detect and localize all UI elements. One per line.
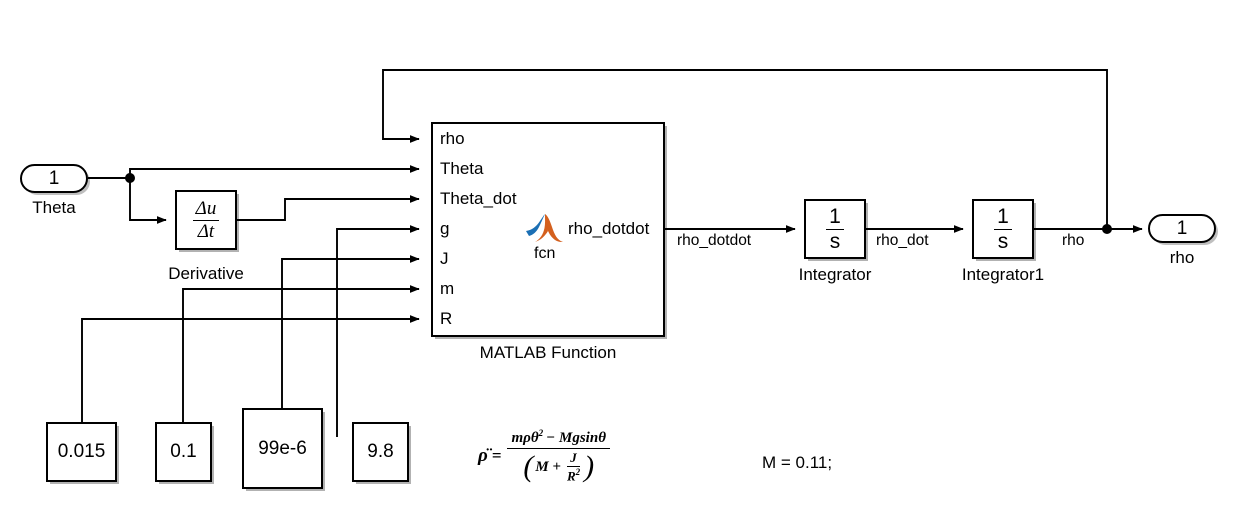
derivative-block[interactable]: Δu Δt — [175, 190, 237, 250]
inport-theta-label: Theta — [32, 198, 76, 217]
integrator1-label: Integrator1 — [961, 265, 1045, 284]
wire-const-01-to-m — [182, 285, 420, 422]
equation-main-fraction: mρθ2− Mgsinθ ( M + J R2 ) — [507, 428, 610, 484]
integrator-denominator: s — [829, 229, 841, 253]
equation-denominator-lead: M + — [535, 458, 561, 475]
outport-rho-label: rho — [1169, 248, 1195, 267]
equation-equals: = — [491, 446, 502, 466]
equation-numerator-b: − Mgsinθ — [546, 430, 606, 446]
fcn-output-label-rho-dotdot: rho_dotdot — [568, 219, 650, 238]
matlab-function-label: MATLAB Function — [479, 343, 617, 362]
fcn-input-label-m: m — [440, 279, 455, 298]
wire-const-99e6-to-J — [281, 255, 420, 408]
constant-block-98[interactable]: 9.8 — [352, 422, 409, 482]
outport-rho-number: 1 — [1176, 217, 1188, 239]
inport-theta[interactable]: 1 — [20, 164, 88, 193]
fcn-input-label-rho: rho — [440, 129, 465, 148]
derivative-label: Derivative — [168, 264, 244, 283]
wire-theta-to-derivative — [129, 178, 167, 224]
fcn-input-label-R: R — [440, 309, 453, 328]
integrator-expression: 1 s — [806, 201, 864, 257]
equation-denominator-fraction: J R2 — [564, 450, 583, 484]
parameter-annotation: M = 0.11; R = 0.015; g = 9.8; J = 99e-6; — [762, 398, 841, 524]
equation-denominator-frac-bottom: R2 — [566, 467, 581, 484]
outport-rho[interactable]: 1 — [1148, 214, 1216, 243]
constant-value-98: 9.8 — [367, 441, 394, 462]
fcn-input-label-theta: Theta — [440, 159, 484, 178]
junction-dot-rho — [1102, 224, 1112, 234]
derivative-expression: Δu Δt — [177, 192, 235, 248]
wire-const-98-to-g — [336, 225, 420, 437]
equation-paren-open: ( — [523, 450, 534, 484]
equation-denominator: ( M + J R2 ) — [519, 449, 598, 484]
fcn-input-label-theta-dot: Theta_dot — [440, 189, 517, 208]
constant-block-99e6[interactable]: 99e-6 — [242, 408, 323, 489]
equation-denominator-frac-top: J — [567, 450, 580, 467]
inport-theta-number: 1 — [48, 167, 60, 189]
wire-const-0015-to-R — [81, 315, 420, 422]
equation-paren-close: ) — [584, 450, 595, 484]
derivative-numerator: Δu — [192, 199, 220, 221]
wire-derivative-to-theta-dot — [237, 195, 420, 221]
constant-value-01: 0.1 — [170, 441, 197, 462]
signal-label-rho-dotdot: rho_dotdot — [677, 232, 752, 249]
integrator1-denominator: s — [997, 229, 1009, 253]
fcn-input-label-J: J — [440, 249, 449, 268]
integrator1-numerator: 1 — [994, 206, 1012, 230]
matlab-logo-icon — [526, 214, 563, 243]
integrator-block[interactable]: 1 s — [804, 199, 866, 259]
fcn-sub-label: fcn — [534, 245, 556, 262]
equation-numerator: mρθ2− Mgsinθ — [507, 428, 610, 449]
simulink-canvas[interactable]: 1 Theta Δu Δt Derivative rho Theta Theta… — [0, 0, 1235, 524]
parameter-line-M: M = 0.11; — [762, 453, 833, 472]
equation-numerator-a: mρθ — [511, 430, 539, 446]
integrator-label: Integrator — [798, 265, 872, 284]
integrator1-block[interactable]: 1 s — [972, 199, 1034, 259]
wire-theta-to-fcn — [129, 165, 420, 178]
signal-label-rho: rho — [1062, 232, 1085, 249]
integrator1-expression: 1 s — [974, 201, 1032, 257]
constant-value-0015: 0.015 — [57, 441, 106, 462]
signal-label-rho-dot: rho_dot — [876, 232, 929, 249]
derivative-denominator: Δt — [197, 220, 215, 242]
equation-lhs: ρ̈ — [478, 445, 488, 467]
constant-block-0015[interactable]: 0.015 — [46, 422, 117, 482]
integrator-numerator: 1 — [826, 206, 844, 230]
constant-value-99e6: 99e-6 — [258, 437, 307, 459]
constant-block-01[interactable]: 0.1 — [155, 422, 212, 482]
fcn-input-label-g: g — [440, 219, 450, 238]
junction-dot-theta — [125, 173, 135, 183]
equation-numerator-exponent: 2 — [538, 428, 544, 438]
equation-annotation: ρ̈ = mρθ2− Mgsinθ ( M + J R2 ) — [478, 428, 658, 484]
